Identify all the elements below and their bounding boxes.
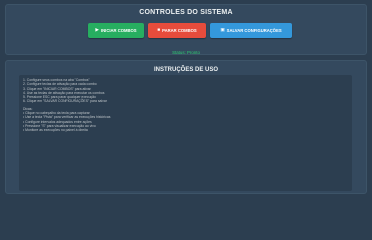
play-icon: ▶ [95, 27, 99, 33]
controls-panel: CONTROLES DO SISTEMA ▶ INICIAR COMBOS ■ … [5, 4, 367, 55]
instructions-title: INSTRUÇÕES DE USO [153, 67, 218, 73]
status-text: Status: Pronto [172, 50, 200, 55]
start-combos-button[interactable]: ▶ INICIAR COMBOS [88, 23, 144, 38]
controls-title: CONTROLES DO SISTEMA [139, 9, 233, 16]
save-icon: ▣ [220, 27, 225, 33]
stop-combos-button[interactable]: ■ PARAR COMBOS [148, 23, 206, 38]
stop-combos-label: PARAR COMBOS [162, 28, 197, 33]
instructions-panel: INSTRUÇÕES DE USO 1. Configure seus comb… [5, 60, 367, 194]
start-combos-label: INICIAR COMBOS [100, 28, 137, 33]
app-window: CONTROLES DO SISTEMA ▶ INICIAR COMBOS ■ … [0, 0, 372, 200]
instructions-text-area[interactable]: 1. Configure seus combos na aba "Combos"… [19, 75, 352, 191]
stop-icon: ■ [157, 27, 161, 33]
tip-item: • Monitore as execuções no painel à dire… [23, 128, 88, 133]
save-settings-button[interactable]: ▣ SALVAR CONFIGURAÇÕES [210, 23, 292, 38]
save-settings-label: SALVAR CONFIGURAÇÕES [226, 28, 282, 33]
